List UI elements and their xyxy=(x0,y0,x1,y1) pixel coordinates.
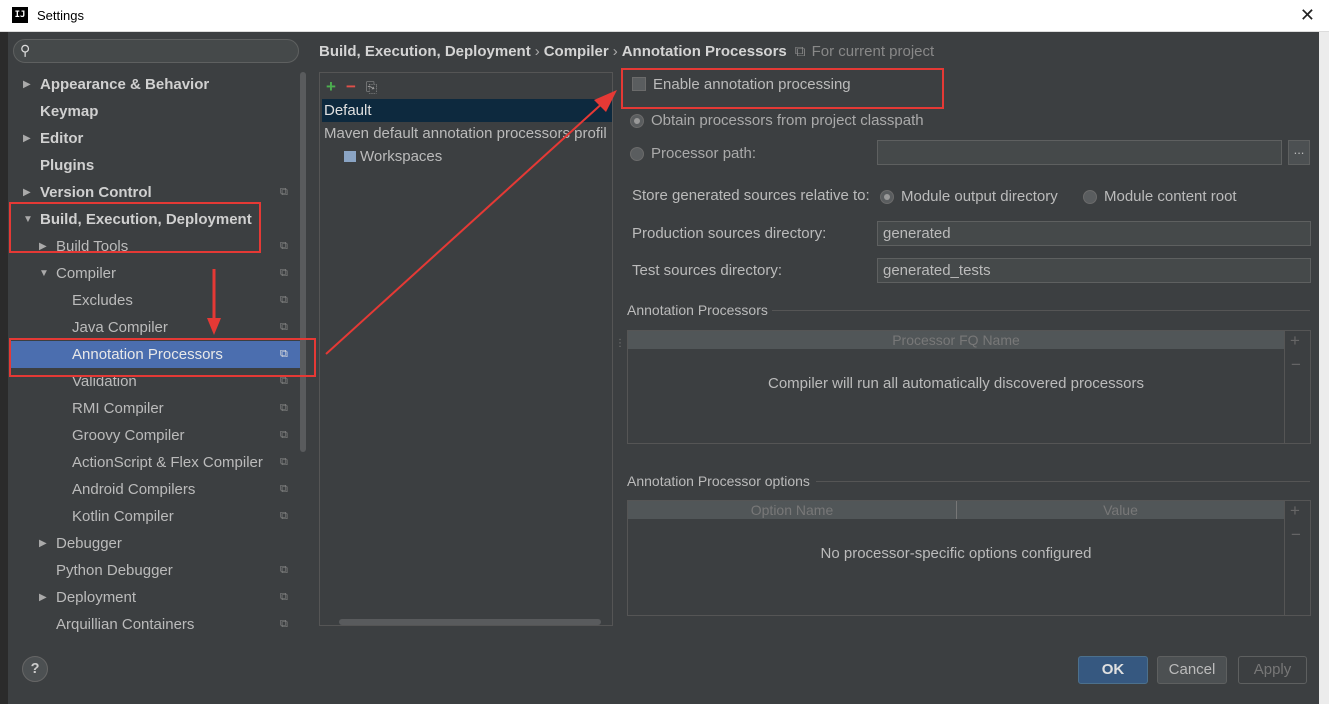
window-title: Settings xyxy=(37,8,84,23)
title-bar: IJ Settings ✕ xyxy=(0,0,1329,32)
close-icon[interactable]: ✕ xyxy=(1300,5,1315,26)
settings-dialog: ⚲ ▶ Appearance & Behavior Keymap ▶ Editor Plu… xyxy=(8,32,1319,704)
intellij-app-icon: IJ xyxy=(12,7,28,23)
annotation-arrows xyxy=(207,90,617,355)
background-window-edge-right xyxy=(1319,32,1329,704)
annotation-arrowhead-down xyxy=(207,318,221,335)
annotation-arrow-diagonal xyxy=(325,99,607,355)
background-window-edge xyxy=(0,32,8,704)
